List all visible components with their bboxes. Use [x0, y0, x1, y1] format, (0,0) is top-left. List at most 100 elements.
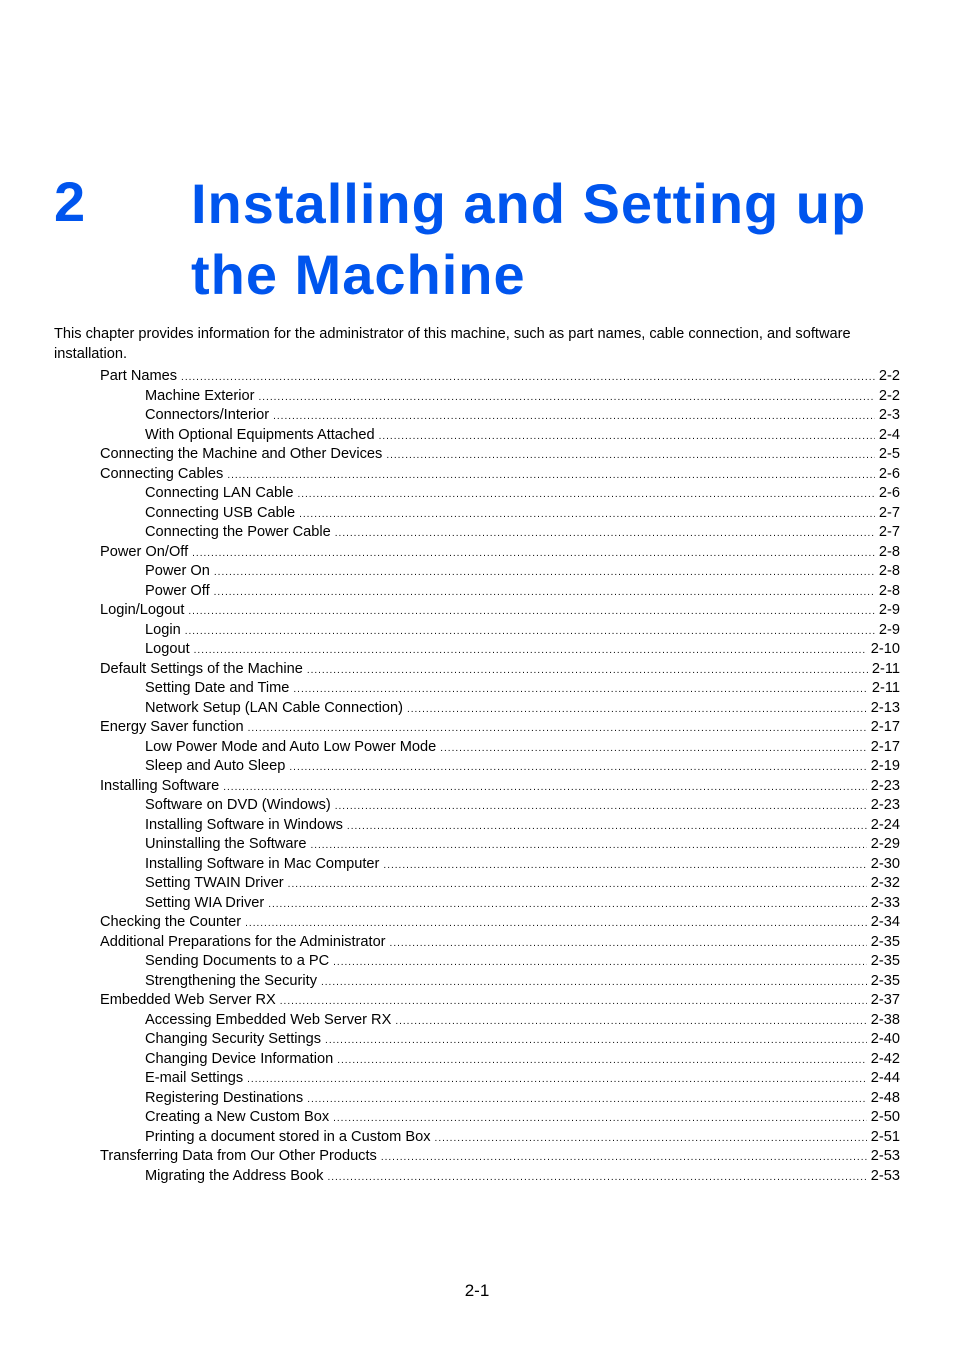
- toc-entry-page[interactable]: 2-44: [867, 1069, 900, 1089]
- toc-subentry[interactable]: Setting TWAIN Driver 2-32: [100, 874, 900, 894]
- toc-entry-title[interactable]: Checking the Counter: [100, 913, 245, 933]
- toc-entry-page[interactable]: 2-50: [867, 1108, 900, 1128]
- toc-entry-title[interactable]: Installing Software in Windows: [145, 816, 347, 836]
- toc-entry-title[interactable]: Additional Preparations for the Administ…: [100, 933, 390, 953]
- toc-entry-page[interactable]: 2-53: [867, 1167, 900, 1187]
- toc-entry-page[interactable]: 2-30: [867, 855, 900, 875]
- toc-entry-page[interactable]: 2-7: [875, 523, 900, 543]
- toc-entry-title[interactable]: Login: [145, 621, 185, 641]
- toc-entry[interactable]: Part Names 2-2: [100, 367, 900, 387]
- toc-entry-title[interactable]: Transferring Data from Our Other Product…: [100, 1147, 381, 1167]
- toc-entry[interactable]: Login/Logout 2-9: [100, 601, 900, 621]
- toc-entry-title[interactable]: Uninstalling the Software: [145, 835, 310, 855]
- toc-entry-page[interactable]: 2-23: [867, 777, 900, 797]
- toc-entry-title[interactable]: Power Off: [145, 582, 214, 602]
- toc-entry[interactable]: Power On/Off 2-8: [100, 543, 900, 563]
- toc-entry-page[interactable]: 2-9: [875, 601, 900, 621]
- toc-entry-title[interactable]: Logout: [145, 640, 194, 660]
- toc-entry-page[interactable]: 2-34: [867, 913, 900, 933]
- toc-subentry[interactable]: E-mail Settings 2-44: [100, 1069, 900, 1089]
- toc-entry-title[interactable]: Login/Logout: [100, 601, 188, 621]
- toc-subentry[interactable]: With Optional Equipments Attached 2-4: [100, 426, 900, 446]
- toc-entry-title[interactable]: Software on DVD (Windows): [145, 796, 335, 816]
- toc-entry-title[interactable]: Power On: [145, 562, 214, 582]
- toc-entry-page[interactable]: 2-37: [867, 991, 900, 1011]
- toc-entry-title[interactable]: Migrating the Address Book: [145, 1167, 327, 1187]
- toc-entry-title[interactable]: Connecting Cables: [100, 465, 227, 485]
- toc-subentry[interactable]: Connecting LAN Cable 2-6: [100, 484, 900, 504]
- toc-entry[interactable]: Transferring Data from Our Other Product…: [100, 1147, 900, 1167]
- toc-entry-title[interactable]: Installing Software in Mac Computer: [145, 855, 383, 875]
- toc-subentry[interactable]: Login 2-9: [100, 621, 900, 641]
- toc-subentry[interactable]: Machine Exterior 2-2: [100, 387, 900, 407]
- toc-entry-page[interactable]: 2-19: [867, 757, 900, 777]
- toc-entry-title[interactable]: Connecting the Power Cable: [145, 523, 335, 543]
- toc-entry-title[interactable]: With Optional Equipments Attached: [145, 426, 379, 446]
- toc-entry-title[interactable]: Energy Saver function: [100, 718, 248, 738]
- toc-entry-title[interactable]: Creating a New Custom Box: [145, 1108, 333, 1128]
- toc-entry-page[interactable]: 2-23: [867, 796, 900, 816]
- toc-entry-page[interactable]: 2-40: [867, 1030, 900, 1050]
- toc-entry-page[interactable]: 2-2: [875, 387, 900, 407]
- toc-entry-title[interactable]: Sending Documents to a PC: [145, 952, 333, 972]
- toc-entry-page[interactable]: 2-2: [875, 367, 900, 387]
- toc-subentry[interactable]: Setting WIA Driver 2-33: [100, 894, 900, 914]
- toc-entry-page[interactable]: 2-11: [868, 679, 900, 699]
- toc-entry-page[interactable]: 2-38: [867, 1011, 900, 1031]
- toc-subentry[interactable]: Changing Device Information 2-42: [100, 1050, 900, 1070]
- toc-entry-page[interactable]: 2-10: [867, 640, 900, 660]
- toc-entry-page[interactable]: 2-7: [875, 504, 900, 524]
- toc-subentry[interactable]: Strengthening the Security 2-35: [100, 972, 900, 992]
- toc-entry-page[interactable]: 2-53: [867, 1147, 900, 1167]
- toc-entry-page[interactable]: 2-35: [867, 933, 900, 953]
- toc-entry-title[interactable]: Connecting the Machine and Other Devices: [100, 445, 386, 465]
- toc-entry-page[interactable]: 2-42: [867, 1050, 900, 1070]
- toc-entry-page[interactable]: 2-9: [875, 621, 900, 641]
- toc-entry-title[interactable]: Registering Destinations: [145, 1089, 307, 1109]
- toc-entry[interactable]: Default Settings of the Machine 2-11: [100, 660, 900, 680]
- toc-entry-page[interactable]: 2-35: [867, 952, 900, 972]
- toc-entry-page[interactable]: 2-33: [867, 894, 900, 914]
- toc-entry-title[interactable]: E-mail Settings: [145, 1069, 247, 1089]
- toc-entry-page[interactable]: 2-35: [867, 972, 900, 992]
- toc-entry-title[interactable]: Part Names: [100, 367, 181, 387]
- toc-entry-page[interactable]: 2-13: [867, 699, 900, 719]
- toc-entry[interactable]: Installing Software 2-23: [100, 777, 900, 797]
- toc-entry-title[interactable]: Setting Date and Time: [145, 679, 293, 699]
- toc-entry-title[interactable]: Embedded Web Server RX: [100, 991, 280, 1011]
- toc-entry-page[interactable]: 2-6: [875, 465, 900, 485]
- toc-entry-page[interactable]: 2-51: [867, 1128, 900, 1148]
- toc-subentry[interactable]: Printing a document stored in a Custom B…: [100, 1128, 900, 1148]
- toc-entry-title[interactable]: Printing a document stored in a Custom B…: [145, 1128, 435, 1148]
- toc-entry-title[interactable]: Accessing Embedded Web Server RX: [145, 1011, 395, 1031]
- toc-subentry[interactable]: Registering Destinations 2-48: [100, 1089, 900, 1109]
- toc-entry-page[interactable]: 2-29: [867, 835, 900, 855]
- toc-entry-title[interactable]: Sleep and Auto Sleep: [145, 757, 289, 777]
- toc-entry[interactable]: Connecting the Machine and Other Devices…: [100, 445, 900, 465]
- toc-entry-page[interactable]: 2-8: [875, 562, 900, 582]
- toc-entry-page[interactable]: 2-24: [867, 816, 900, 836]
- toc-entry[interactable]: Additional Preparations for the Administ…: [100, 933, 900, 953]
- toc-entry-title[interactable]: Default Settings of the Machine: [100, 660, 307, 680]
- toc-entry-title[interactable]: Changing Device Information: [145, 1050, 337, 1070]
- toc-subentry[interactable]: Setting Date and Time 2-11: [100, 679, 900, 699]
- toc-entry-page[interactable]: 2-48: [867, 1089, 900, 1109]
- toc-subentry[interactable]: Installing Software in Mac Computer 2-30: [100, 855, 900, 875]
- toc-subentry[interactable]: Creating a New Custom Box 2-50: [100, 1108, 900, 1128]
- toc-entry-title[interactable]: Strengthening the Security: [145, 972, 321, 992]
- toc-entry-title[interactable]: Setting WIA Driver: [145, 894, 268, 914]
- toc-entry[interactable]: Checking the Counter 2-34: [100, 913, 900, 933]
- toc-entry-page[interactable]: 2-8: [875, 582, 900, 602]
- toc-entry-title[interactable]: Installing Software: [100, 777, 223, 797]
- toc-entry[interactable]: Embedded Web Server RX 2-37: [100, 991, 900, 1011]
- toc-subentry[interactable]: Uninstalling the Software 2-29: [100, 835, 900, 855]
- toc-subentry[interactable]: Power Off 2-8: [100, 582, 900, 602]
- toc-entry-page[interactable]: 2-17: [867, 718, 900, 738]
- toc-entry[interactable]: Energy Saver function 2-17: [100, 718, 900, 738]
- toc-entry-title[interactable]: Power On/Off: [100, 543, 192, 563]
- toc-subentry[interactable]: Network Setup (LAN Cable Connection) 2-13: [100, 699, 900, 719]
- toc-entry-page[interactable]: 2-4: [875, 426, 900, 446]
- toc-entry-page[interactable]: 2-32: [867, 874, 900, 894]
- toc-entry-title[interactable]: Setting TWAIN Driver: [145, 874, 288, 894]
- toc-entry-title[interactable]: Connecting LAN Cable: [145, 484, 297, 504]
